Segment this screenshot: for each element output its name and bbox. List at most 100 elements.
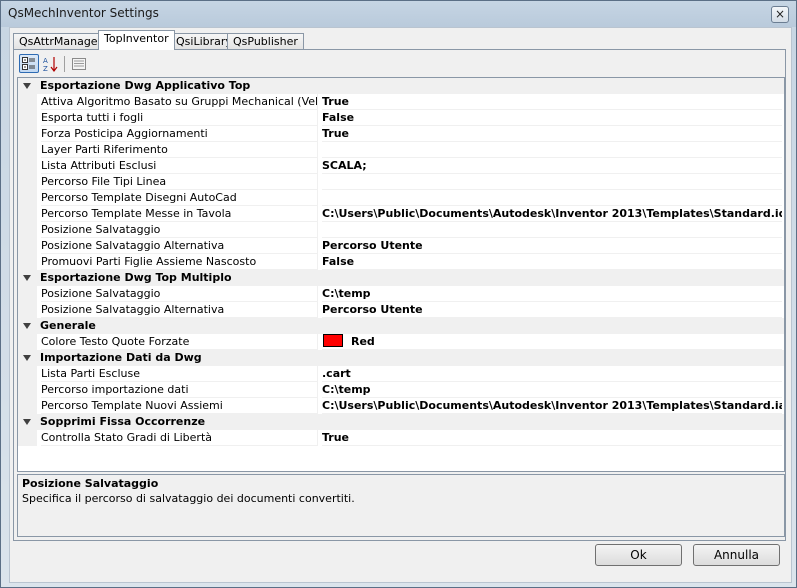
property-row[interactable]: Lista Parti Escluse .cart [18, 366, 784, 382]
property-row[interactable]: Posizione Salvataggio Alternativa Percors… [18, 238, 784, 254]
property-value[interactable]: C:\Users\Public\Documents\Autodesk\Inven… [322, 398, 782, 414]
property-name[interactable]: Promuovi Parti Figlie Assieme Nascosto [41, 254, 318, 270]
row-margin [18, 366, 37, 382]
property-value[interactable]: Percorso Utente [322, 238, 782, 254]
property-name[interactable]: Attiva Algoritmo Basato su Gruppi Mechan… [41, 94, 318, 110]
ok-button[interactable]: Ok [595, 544, 682, 566]
property-pages-button[interactable] [69, 54, 89, 73]
property-name[interactable]: Posizione Salvataggio Alternativa [41, 302, 318, 318]
help-title: Posizione Salvataggio [22, 477, 159, 490]
property-value[interactable] [322, 174, 782, 190]
category-row[interactable]: Generale [18, 318, 784, 334]
row-margin [18, 206, 37, 222]
property-name[interactable]: Controlla Stato Gradi di Libertà [41, 430, 318, 446]
category-row[interactable]: Sopprimi Fissa Occorrenze [18, 414, 784, 430]
property-value[interactable]: Percorso Utente [322, 302, 782, 318]
categorized-icon [22, 57, 35, 70]
property-value[interactable] [322, 142, 782, 158]
close-button[interactable]: × [771, 6, 789, 23]
property-name[interactable]: Percorso importazione dati [41, 382, 318, 398]
property-value[interactable]: SCALA; [322, 158, 782, 174]
collapse-triangle-icon[interactable] [23, 275, 31, 281]
color-swatch [323, 334, 343, 347]
row-margin [18, 286, 37, 302]
property-row[interactable]: Promuovi Parti Figlie Assieme Nascosto Fa… [18, 254, 784, 270]
property-row[interactable]: Percorso File Tipi Linea [18, 174, 784, 190]
collapse-triangle-icon[interactable] [23, 355, 31, 361]
property-row[interactable]: Percorso Template Disegni AutoCad [18, 190, 784, 206]
property-value[interactable]: False [322, 254, 782, 270]
property-value[interactable]: True [322, 94, 782, 110]
property-name[interactable]: Forza Posticipa Aggiornamenti [41, 126, 318, 142]
collapse-triangle-icon[interactable] [23, 83, 31, 89]
category-label: Sopprimi Fissa Occorrenze [40, 415, 206, 428]
property-value[interactable]: True [322, 126, 782, 142]
row-margin [18, 398, 37, 414]
property-row[interactable]: Lista Attributi Esclusi SCALA; [18, 158, 784, 174]
property-name[interactable]: Percorso File Tipi Linea [41, 174, 318, 190]
property-name[interactable]: Posizione Salvataggio Alternativa [41, 238, 318, 254]
row-margin [18, 110, 37, 126]
collapse-triangle-icon[interactable] [23, 323, 31, 329]
property-row[interactable]: Forza Posticipa Aggiornamenti True [18, 126, 784, 142]
property-row[interactable]: Percorso Template Nuovi Assiemi C:\Users\… [18, 398, 784, 414]
property-row[interactable]: Layer Parti Riferimento [18, 142, 784, 158]
tab-panel-topinventor: A Z Esportazione Dwg Applicativo Top Att… [13, 49, 786, 541]
row-margin [18, 142, 37, 158]
property-value[interactable]: True [322, 430, 782, 446]
property-row[interactable]: Esporta tutti i fogli False [18, 110, 784, 126]
property-value[interactable]: C:\temp [322, 286, 782, 302]
property-value[interactable] [322, 222, 782, 238]
collapse-triangle-icon[interactable] [23, 419, 31, 425]
property-name[interactable]: Colore Testo Quote Forzate [41, 334, 318, 350]
property-name[interactable]: Layer Parti Riferimento [41, 142, 318, 158]
settings-window: QsMechInventor Settings × QsAttrManager … [0, 0, 797, 588]
category-row[interactable]: Esportazione Dwg Applicativo Top [18, 78, 784, 94]
svg-text:Z: Z [43, 65, 48, 72]
category-label: Importazione Dati da Dwg [40, 351, 202, 364]
category-label: Esportazione Dwg Applicativo Top [40, 79, 251, 92]
color-name: Red [351, 335, 375, 348]
property-row[interactable]: Posizione Salvataggio C:\temp [18, 286, 784, 302]
property-row[interactable]: Colore Testo Quote Forzate Red [18, 334, 784, 350]
category-row[interactable]: Importazione Dati da Dwg [18, 350, 784, 366]
category-label: Generale [40, 319, 96, 332]
property-value[interactable]: C:\temp [322, 382, 782, 398]
categorized-button[interactable] [19, 54, 39, 73]
property-row[interactable]: Percorso Template Messe in Tavola C:\User… [18, 206, 784, 222]
property-grid[interactable]: Esportazione Dwg Applicativo Top Attiva A… [17, 77, 785, 472]
tab-qspublisher[interactable]: QsPublisher [227, 33, 304, 50]
property-row[interactable]: Controlla Stato Gradi di Libertà True [18, 430, 784, 446]
tab-qsattrmanager[interactable]: QsAttrManager [13, 33, 109, 50]
property-row[interactable]: Posizione Salvataggio Alternativa Percors… [18, 302, 784, 318]
help-description: Specifica il percorso di salvataggio dei… [22, 492, 355, 505]
property-name[interactable]: Lista Parti Escluse [41, 366, 318, 382]
property-row[interactable]: Percorso importazione dati C:\temp [18, 382, 784, 398]
property-name[interactable]: Percorso Template Nuovi Assiemi [41, 398, 318, 414]
row-margin [18, 302, 37, 318]
window-title: QsMechInventor Settings [8, 6, 159, 20]
property-row[interactable]: Posizione Salvataggio [18, 222, 784, 238]
property-value[interactable]: .cart [322, 366, 782, 382]
title-bar[interactable]: QsMechInventor Settings × [1, 1, 796, 27]
alphabetical-button[interactable]: A Z [41, 54, 61, 73]
property-name[interactable]: Esporta tutti i fogli [41, 110, 318, 126]
cancel-button[interactable]: Annulla [693, 544, 780, 566]
property-value[interactable]: False [322, 110, 782, 126]
tab-topinventor[interactable]: TopInventor [98, 30, 175, 50]
property-name[interactable]: Percorso Template Disegni AutoCad [41, 190, 318, 206]
property-value[interactable]: C:\Users\Public\Documents\Autodesk\Inven… [322, 206, 782, 222]
row-margin [18, 126, 37, 142]
dialog-client-area: QsAttrManager TopInventor QsiLibrary QsP… [9, 27, 792, 583]
property-name[interactable]: Lista Attributi Esclusi [41, 158, 318, 174]
row-margin [18, 254, 37, 270]
property-value[interactable] [322, 190, 782, 206]
property-row[interactable]: Attiva Algoritmo Basato su Gruppi Mechan… [18, 94, 784, 110]
category-row[interactable]: Esportazione Dwg Top Multiplo [18, 270, 784, 286]
property-name[interactable]: Posizione Salvataggio [41, 286, 318, 302]
row-margin [18, 222, 37, 238]
close-icon: × [774, 7, 786, 21]
property-name[interactable]: Percorso Template Messe in Tavola [41, 206, 318, 222]
property-value[interactable]: Red [322, 334, 782, 350]
property-name[interactable]: Posizione Salvataggio [41, 222, 318, 238]
